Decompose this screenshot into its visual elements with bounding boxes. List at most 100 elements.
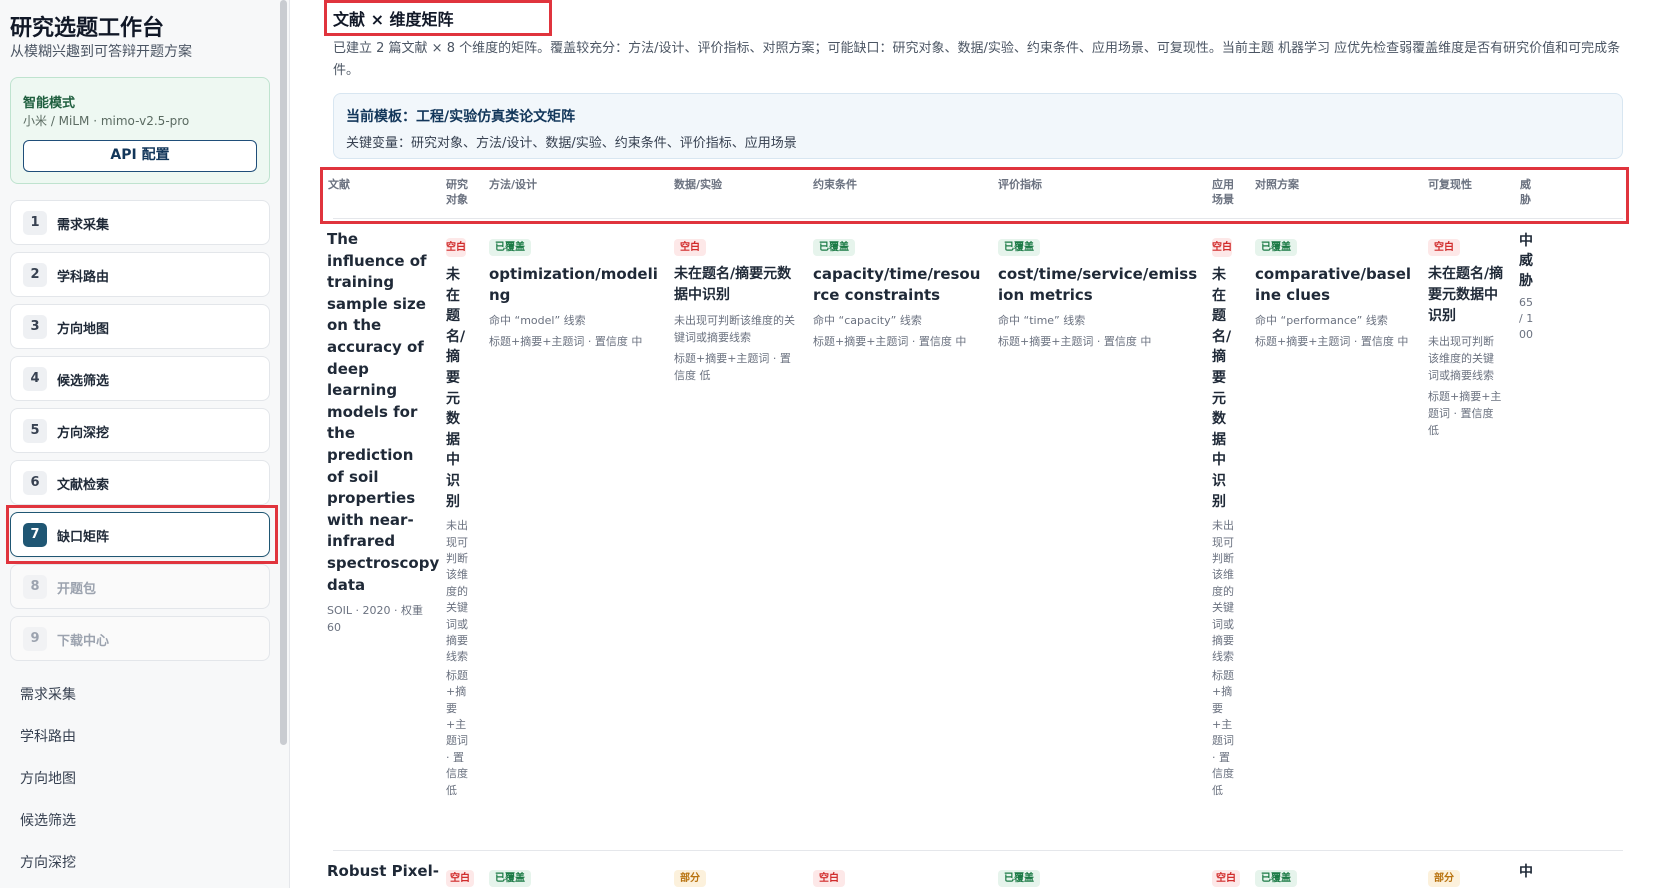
status-badge-covered: 已覆盖	[1255, 239, 1297, 256]
evidence-source: 标题+摘要+主题词 · 置信度 低	[1428, 390, 1502, 437]
status-badge-covered: 已覆盖	[489, 870, 531, 887]
cell-method: 已覆盖 optimization/modeling 命中 “model” 线索 …	[489, 235, 659, 350]
step-label: 文献检索	[57, 478, 110, 493]
status-badge-gap: 空白	[446, 238, 466, 257]
step-label: 候选筛选	[57, 374, 110, 389]
step-number: 5	[23, 419, 47, 443]
smart-mode-card: 智能模式 小米 / MiLM · mimo-v2.5-pro API 配置	[10, 77, 270, 184]
status-badge-covered: 已覆盖	[1255, 870, 1297, 887]
evidence-source: 标题+摘要+主题词 · 置信度 低	[674, 352, 791, 382]
nav-link-direction-deep-dive[interactable]: 方向深挖	[20, 852, 76, 888]
cell-baseline: 已覆盖 comparative/baseline clues 命中 “perfo…	[1255, 235, 1415, 350]
gap-note: 未出现可判断该维度的关键词或摘要线索	[446, 519, 468, 664]
evidence-source: 标题+摘要+主题词 · 置信度 低	[446, 668, 468, 797]
step-literature-search[interactable]: 6 文献检索	[10, 460, 270, 505]
step-label: 学科路由	[57, 270, 110, 285]
coverage-hit: 命中 “model” 线索	[489, 314, 586, 327]
step-number: 8	[23, 575, 47, 599]
threat-level: 中威胁	[1519, 233, 1533, 289]
step-number: 9	[23, 627, 47, 651]
nav-link-requirements[interactable]: 需求采集	[20, 684, 76, 726]
step-candidate-screening[interactable]: 4 候选筛选	[10, 356, 270, 401]
status-badge-covered: 已覆盖	[813, 239, 855, 256]
coverage-hit: 命中 “performance” 线索	[1255, 314, 1388, 327]
coverage-hit: 命中 “time” 线索	[998, 314, 1086, 327]
threat-level: 中	[1519, 864, 1533, 880]
coverage-hit: 命中 “capacity” 线索	[813, 314, 922, 327]
gap-title: 未在题名/摘要元数据中识别	[1212, 267, 1232, 510]
gap-title: 未在题名/摘要元数据中识别	[446, 267, 466, 510]
step-direction-deep-dive[interactable]: 5 方向深挖	[10, 408, 270, 453]
template-info-box: 当前模板：工程/实验仿真类论文矩阵 关键变量：研究对象、方法/设计、数据/实验、…	[333, 93, 1623, 159]
step-proposal-pack[interactable]: 8 开题包	[10, 564, 270, 609]
step-label: 下载中心	[57, 634, 110, 649]
main-content: 文献 × 维度矩阵 已建立 2 篇文献 × 8 个维度的矩阵。覆盖较充分：方法/…	[300, 0, 1653, 888]
step-number: 6	[23, 471, 47, 495]
paper-title[interactable]: The influence of training sample size on…	[327, 229, 439, 596]
step-list: 1 需求采集 2 学科路由 3 方向地图 4 候选筛选 5 方向深挖 6 文献检…	[10, 200, 270, 668]
cell-reproducibility: 部分	[1428, 866, 1460, 887]
coverage-title: capacity/time/resource constraints	[813, 265, 981, 304]
cell-constraint: 已覆盖 capacity/time/resource constraints 命…	[813, 235, 985, 350]
evidence-source: 标题+摘要+主题词 · 置信度 中	[489, 335, 643, 348]
cell-scenario: 空白 未在题名/摘要元数据中识别 未出现可判断该维度的关键词或摘要线索 标题+摘…	[1212, 235, 1240, 799]
step-number: 2	[23, 263, 47, 287]
api-config-button[interactable]: API 配置	[23, 140, 257, 172]
paper-meta: SOIL · 2020 · 权重 60	[327, 604, 423, 635]
cell-baseline: 已覆盖	[1255, 866, 1297, 887]
status-badge-gap: 空白	[1428, 239, 1460, 256]
cell-subject: 空白	[446, 866, 474, 887]
status-badge-gap: 空白	[446, 870, 474, 887]
table-row-paper-cell: The influence of training sample size on…	[327, 229, 439, 636]
step-download-center[interactable]: 9 下载中心	[10, 616, 270, 661]
step-number: 4	[23, 367, 47, 391]
status-badge-covered: 已覆盖	[998, 239, 1040, 256]
gap-note: 未出现可判断该维度的关键词或摘要线索	[674, 314, 795, 344]
template-title: 当前模板：工程/实验仿真类论文矩阵	[346, 109, 576, 125]
mode-title: 智能模式	[23, 96, 76, 111]
evidence-source: 标题+摘要+主题词 · 置信度 中	[813, 335, 967, 348]
cell-reproducibility: 空白 未在题名/摘要元数据中识别 未出现可判断该维度的关键词或摘要线索 标题+摘…	[1428, 235, 1504, 439]
evidence-source: 标题+摘要+主题词 · 置信度 低	[1212, 668, 1234, 797]
row-divider	[333, 850, 1623, 851]
step-label: 方向深挖	[57, 426, 110, 441]
step-label: 开题包	[57, 582, 97, 597]
highlight-box-header	[320, 167, 1629, 224]
evidence-source: 标题+摘要+主题词 · 置信度 中	[1255, 335, 1409, 348]
template-variables: 关键变量：研究对象、方法/设计、数据/实验、约束条件、评价指标、应用场景	[346, 136, 797, 151]
step-label: 需求采集	[57, 218, 110, 233]
highlight-box-active-step	[6, 505, 278, 564]
nav-link-direction-map[interactable]: 方向地图	[20, 768, 76, 810]
status-badge-partial: 部分	[1428, 870, 1460, 887]
gap-title: 未在题名/摘要元数据中识别	[1428, 266, 1504, 324]
cell-data: 部分	[674, 866, 706, 887]
status-badge-covered: 已覆盖	[998, 870, 1040, 887]
cell-metric: 已覆盖 cost/time/service/emission metrics 命…	[998, 235, 1198, 350]
step-number: 3	[23, 315, 47, 339]
threat-score: 65 / 100	[1519, 296, 1534, 341]
step-number: 1	[23, 211, 47, 235]
app-subtitle: 从模糊兴趣到可答辩开题方案	[10, 44, 192, 60]
gap-title: 未在题名/摘要元数据中识别	[674, 266, 792, 303]
step-requirements[interactable]: 1 需求采集	[10, 200, 270, 245]
matrix-summary: 已建立 2 篇文献 × 8 个维度的矩阵。覆盖较充分：方法/设计、评价指标、对照…	[333, 41, 1621, 78]
gap-note: 未出现可判断该维度的关键词或摘要线索	[1212, 519, 1234, 664]
step-label: 方向地图	[57, 322, 110, 337]
coverage-title: optimization/modeling	[489, 265, 658, 304]
nav-link-discipline-routing[interactable]: 学科路由	[20, 726, 76, 768]
app-title: 研究选题工作台	[10, 16, 165, 41]
paper-title[interactable]: Robust Pixel-	[327, 862, 439, 880]
cell-constraint: 空白	[813, 866, 845, 887]
nav-link-candidate-screening[interactable]: 候选筛选	[20, 810, 76, 852]
status-badge-partial: 部分	[674, 870, 706, 887]
cell-subject: 空白 未在题名/摘要元数据中识别 未出现可判断该维度的关键词或摘要线索 标题+摘…	[446, 235, 474, 799]
cell-metric: 已覆盖	[998, 866, 1040, 887]
step-discipline-routing[interactable]: 2 学科路由	[10, 252, 270, 297]
status-badge-gap: 空白	[813, 870, 845, 887]
status-badge-gap: 空白	[1212, 238, 1232, 257]
step-direction-map[interactable]: 3 方向地图	[10, 304, 270, 349]
cell-scenario: 空白	[1212, 866, 1240, 887]
status-badge-gap: 空白	[674, 239, 706, 256]
sidebar-scrollbar[interactable]	[280, 0, 287, 745]
status-badge-gap: 空白	[1212, 870, 1240, 887]
